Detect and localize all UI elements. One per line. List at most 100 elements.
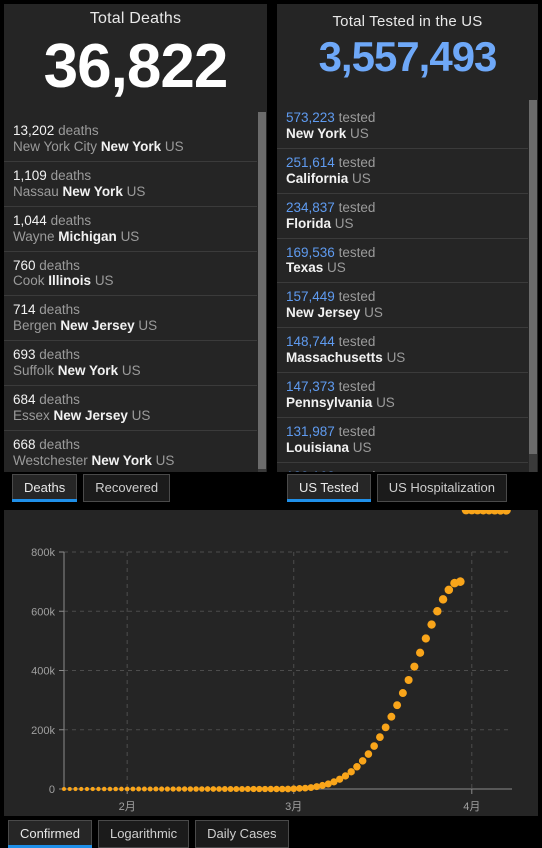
chart-tabs[interactable]: Confirmed Logarithmic Daily Cases (8, 820, 295, 848)
list-item[interactable]: 684 deaths Essex New Jersey US (4, 385, 257, 430)
list-item[interactable]: 693 deaths Suffolk New York US (4, 340, 257, 385)
tested-list-scrollbar-thumb[interactable] (529, 100, 537, 454)
list-item-country: US (352, 170, 371, 186)
data-point (221, 786, 228, 792)
list-item-value: 1,044 (13, 212, 47, 228)
data-point (290, 785, 298, 793)
list-item-value: 169,536 (286, 244, 335, 260)
list-item[interactable]: 573,223 tested New York US (277, 104, 528, 148)
y-tick-label: 800k (31, 547, 55, 559)
list-item-place: Nassau (13, 183, 59, 199)
list-item-value-line: 131,987 tested (286, 424, 520, 440)
total-deaths-value: 36,822 (43, 32, 229, 101)
list-item-unit: tested (338, 289, 376, 305)
list-item-value-line: 148,744 tested (286, 334, 520, 350)
tab-deaths[interactable]: Deaths (12, 474, 78, 502)
list-item[interactable]: 147,373 tested Pennsylvania US (277, 372, 528, 417)
data-point (358, 757, 367, 765)
data-point (261, 785, 269, 793)
list-item-place: Westchester (13, 452, 88, 468)
list-item[interactable]: 668 deaths Westchester New York US (4, 429, 257, 472)
list-item-value-line: 234,837 tested (286, 200, 520, 216)
list-item-place: Bergen (13, 318, 57, 334)
tab-recovered[interactable]: Recovered (83, 474, 171, 502)
list-item-region: New Jersey (53, 407, 128, 423)
list-item-value-line: 684 deaths (13, 392, 249, 408)
list-item-value: 120,162 (286, 469, 335, 472)
list-item[interactable]: 157,449 tested New Jersey US (277, 282, 528, 327)
data-point (216, 786, 222, 792)
tab-daily-cases[interactable]: Daily Cases (195, 820, 289, 848)
x-tick-label: 4月 (463, 801, 480, 813)
list-item-region: Illinois (48, 273, 92, 289)
list-item[interactable]: 251,614 tested California US (277, 147, 528, 193)
tab-logarithmic[interactable]: Logarithmic (97, 820, 190, 848)
list-item-value: 573,223 (286, 110, 335, 125)
list-item-value: 13,202 (13, 123, 55, 138)
list-item[interactable]: 1,109 deaths Nassau New York US (4, 160, 257, 206)
list-item-value: 157,449 (286, 289, 335, 305)
tested-panel-tabs[interactable]: US Tested US Hospitalization (287, 474, 513, 502)
list-item-location-line: New Jersey US (286, 305, 520, 321)
list-item-region: New Jersey (60, 318, 135, 334)
list-item-region: New York (100, 138, 162, 154)
list-item-place: Wayne (13, 228, 55, 244)
list-item-country: US (350, 125, 369, 141)
data-point (113, 786, 118, 792)
list-item[interactable]: 131,987 tested Louisiana US (277, 416, 528, 462)
y-tick-label: 400k (31, 666, 55, 678)
list-item-unit: tested (338, 110, 376, 125)
deaths-county-list[interactable]: 13,202 deaths New York City New York US 1,… (4, 117, 257, 472)
list-item-country: US (364, 305, 383, 321)
data-point (187, 786, 194, 792)
list-item-unit: deaths (58, 123, 99, 138)
data-point (364, 750, 373, 758)
list-item-country: US (164, 138, 184, 154)
list-item-value-line: 1,109 deaths (13, 168, 249, 184)
deaths-panel-tabs[interactable]: Deaths Recovered (12, 474, 176, 502)
list-item[interactable]: 169,536 tested Texas US (277, 237, 528, 283)
tested-list-scrollbar[interactable] (529, 100, 537, 472)
list-item[interactable]: 148,744 tested Massachusetts US (277, 327, 528, 372)
data-point (119, 786, 124, 792)
tab-us-hospitalization[interactable]: US Hospitalization (376, 474, 507, 502)
list-item-unit: tested (339, 469, 376, 472)
list-item-value: 760 (13, 257, 36, 273)
tab-confirmed[interactable]: Confirmed (8, 820, 92, 848)
data-point (421, 634, 430, 643)
list-item-value-line: 760 deaths (13, 258, 249, 274)
list-item-value-line: 668 deaths (13, 437, 249, 453)
list-item-value: 234,837 (286, 199, 335, 215)
tab-label: Confirmed (20, 826, 80, 841)
list-item-value-line: 693 deaths (13, 347, 249, 363)
deaths-list-scrollbar-thumb[interactable] (258, 112, 266, 469)
list-item[interactable]: 13,202 deaths New York City New York US (4, 117, 257, 161)
list-item-unit: tested (338, 334, 376, 350)
list-item-value: 131,987 (286, 423, 335, 439)
list-item[interactable]: 714 deaths Bergen New Jersey US (4, 295, 257, 340)
data-point (130, 786, 136, 792)
data-point (170, 786, 176, 792)
list-item[interactable]: 234,837 tested Florida US (277, 192, 528, 238)
data-point (438, 595, 448, 604)
list-item[interactable]: 1,044 deaths Wayne Michigan US (4, 205, 257, 251)
confirmed-cases-chart-panel: 0 200k 400k 600k 800k 2月 3月 4月 (4, 510, 538, 816)
tested-state-list[interactable]: 573,223 tested New York US 251,614 tested C… (277, 104, 528, 472)
list-item[interactable]: 760 deaths Cook Illinois US (4, 250, 257, 296)
list-item-country: US (120, 228, 140, 244)
list-item-value: 147,373 (286, 379, 335, 395)
tab-label: US Tested (299, 480, 359, 495)
data-point (427, 620, 436, 629)
tab-us-tested[interactable]: US Tested (287, 474, 371, 502)
list-item-value-line: 169,536 tested (286, 245, 520, 261)
data-point (387, 712, 396, 721)
list-item-value-line: 120,162 tested (286, 469, 520, 472)
deaths-list-scrollbar[interactable] (258, 112, 266, 472)
list-item-unit: deaths (39, 257, 80, 273)
list-item[interactable]: 120,162 tested (277, 461, 528, 472)
list-item-location-line: Suffolk New York US (13, 363, 249, 379)
data-point (227, 786, 234, 792)
y-tick-label: 200k (31, 725, 55, 737)
list-item-region: Massachusetts (286, 350, 383, 366)
data-point (501, 510, 511, 515)
